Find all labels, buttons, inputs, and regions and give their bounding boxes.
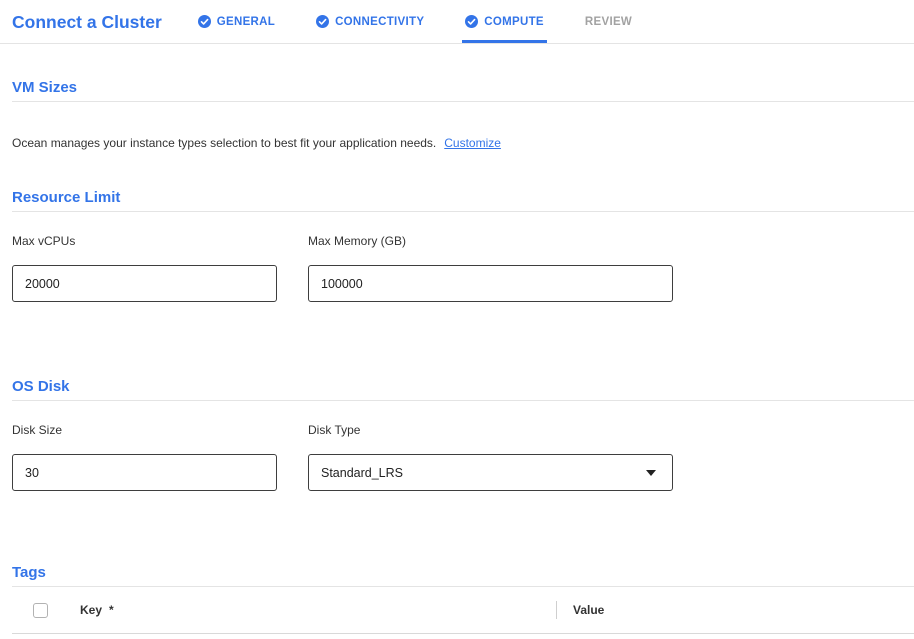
resource-limit-heading: Resource Limit — [12, 188, 914, 212]
disk-type-label: Disk Type — [308, 423, 688, 437]
vm-sizes-description: Ocean manages your instance types select… — [12, 135, 914, 151]
tab-label: CONNECTIVITY — [335, 16, 424, 28]
tab-label: COMPUTE — [484, 16, 544, 28]
check-circle-icon — [198, 15, 211, 28]
tab-general[interactable]: GENERAL — [198, 0, 275, 43]
resource-limit-fields: Max vCPUs Max Memory (GB) — [12, 234, 914, 302]
vm-sizes-description-text: Ocean manages your instance types select… — [12, 136, 436, 150]
customize-link[interactable]: Customize — [444, 136, 501, 150]
disk-size-label: Disk Size — [12, 423, 308, 437]
select-all-checkbox[interactable] — [33, 603, 48, 618]
tab-review[interactable]: REVIEW — [585, 0, 632, 43]
value-column-label: Value — [573, 603, 604, 617]
key-column-label: Key — [80, 603, 102, 617]
tags-heading: Tags — [12, 563, 914, 587]
tab-label: REVIEW — [585, 16, 632, 28]
max-vcpus-label: Max vCPUs — [12, 234, 308, 248]
tags-column-key: Key * — [80, 603, 556, 617]
caret-down-icon — [646, 470, 656, 476]
max-memory-label: Max Memory (GB) — [308, 234, 688, 248]
os-disk-fields: Disk Size Disk Type Standard_LRS — [12, 423, 914, 491]
tab-compute[interactable]: COMPUTE — [465, 0, 544, 43]
disk-size-input[interactable] — [12, 454, 277, 491]
column-divider — [556, 601, 557, 619]
os-disk-heading: OS Disk — [12, 377, 914, 401]
wizard-header: Connect a Cluster GENERAL CONNECTIVITY C… — [0, 0, 914, 44]
page-title: Connect a Cluster — [12, 12, 162, 33]
check-circle-icon — [465, 15, 478, 28]
check-circle-icon — [316, 15, 329, 28]
max-vcpus-input[interactable] — [12, 265, 277, 302]
disk-size-field-group: Disk Size — [12, 423, 308, 491]
wizard-tabs: GENERAL CONNECTIVITY COMPUTE REVIEW — [198, 0, 673, 43]
vm-sizes-heading: VM Sizes — [12, 78, 914, 102]
max-vcpus-field-group: Max vCPUs — [12, 234, 308, 302]
max-memory-input[interactable] — [308, 265, 673, 302]
disk-type-selected-value: Standard_LRS — [321, 466, 403, 480]
tab-label: GENERAL — [217, 16, 275, 28]
disk-type-select[interactable]: Standard_LRS — [308, 454, 673, 491]
disk-type-field-group: Disk Type Standard_LRS — [308, 423, 688, 491]
max-memory-field-group: Max Memory (GB) — [308, 234, 688, 302]
tab-connectivity[interactable]: CONNECTIVITY — [316, 0, 424, 43]
required-marker: * — [109, 603, 114, 617]
tags-table-header-row: Key * Value — [12, 587, 914, 634]
